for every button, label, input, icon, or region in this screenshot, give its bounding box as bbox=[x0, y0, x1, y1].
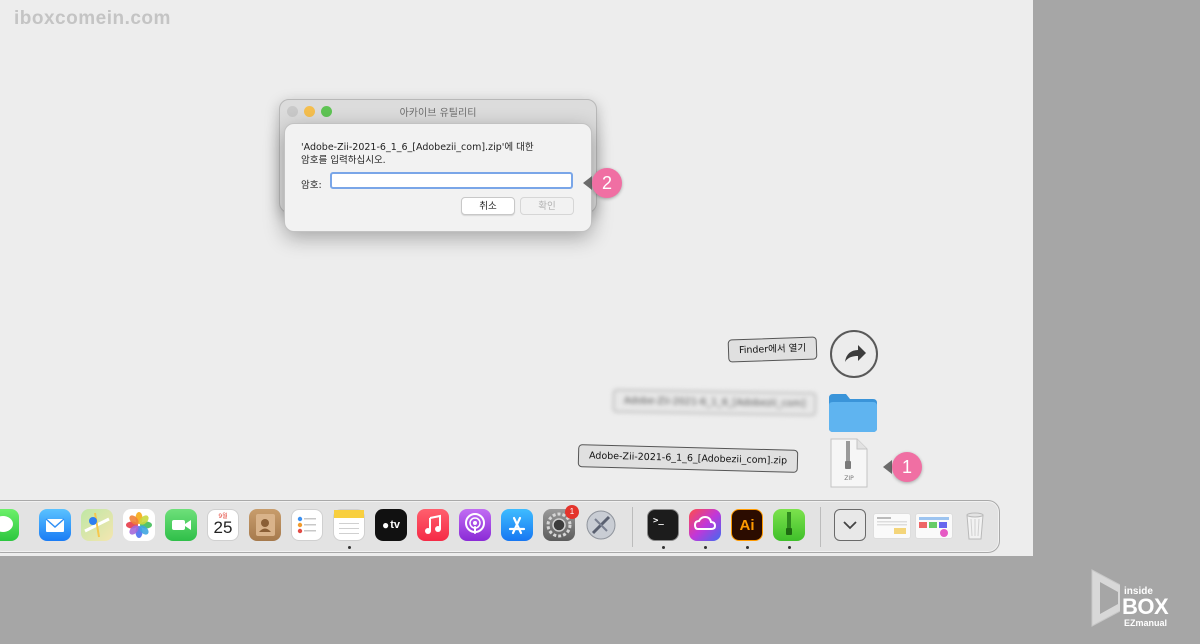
running-indicator bbox=[746, 546, 749, 549]
zip-utility-app-icon[interactable] bbox=[773, 509, 805, 541]
desktop-screen: iboxcomein.com 아카이브 유틸리티 'Adobe-Zii-2021… bbox=[0, 0, 1033, 556]
zip-icon-text: ZIP bbox=[844, 475, 854, 482]
calendar-app-icon[interactable]: 9월 25 bbox=[207, 509, 239, 541]
open-in-finder-label[interactable]: Finder에서 열기 bbox=[727, 336, 818, 363]
zip-file-icon[interactable]: ZIP bbox=[829, 437, 869, 489]
marker-pointer-icon bbox=[883, 460, 892, 474]
dock-separator bbox=[632, 507, 633, 547]
running-indicator bbox=[704, 546, 707, 549]
calendar-day: 25 bbox=[213, 518, 233, 537]
podcasts-app-icon[interactable] bbox=[459, 509, 491, 541]
watermark: iboxcomein.com bbox=[14, 8, 171, 29]
creative-cloud-app-icon[interactable] bbox=[689, 509, 721, 541]
password-input[interactable] bbox=[330, 172, 573, 189]
dialog-message-line-2: 암호를 입력하십시오. bbox=[301, 155, 386, 166]
window-title: 아카이브 유틸리티 bbox=[399, 108, 477, 119]
folder-label[interactable]: Adobe-Zii-2021-6_1_6_[Adobezii_com] bbox=[612, 389, 817, 416]
folder-icon[interactable] bbox=[827, 390, 879, 434]
apple-tv-app-icon[interactable]: ● tv bbox=[375, 509, 407, 541]
notification-badge: 1 bbox=[565, 505, 579, 519]
share-arrow-icon bbox=[845, 345, 866, 362]
dock: 9월 25 ● tv 1 >_ Ai bbox=[0, 500, 1000, 553]
facetime-app-icon[interactable] bbox=[165, 509, 197, 541]
system-settings-icon[interactable]: 1 bbox=[543, 505, 579, 541]
archive-utility-app-icon[interactable] bbox=[585, 509, 617, 541]
maps-app-icon[interactable] bbox=[81, 509, 113, 541]
zip-file-label[interactable]: Adobe-Zii-2021-6_1_6_[Adobezii_com].zip bbox=[577, 444, 799, 473]
chevron-down-icon bbox=[843, 521, 857, 530]
step-marker-2: 2 bbox=[592, 168, 622, 198]
mail-app-icon[interactable] bbox=[39, 509, 71, 541]
notes-app-icon[interactable] bbox=[333, 509, 365, 541]
password-dialog: 'Adobe-Zii-2021-6_1_6_[Adobezii_com].zip… bbox=[284, 123, 592, 232]
app-store-icon[interactable] bbox=[501, 509, 533, 541]
illustrator-app-icon[interactable]: Ai bbox=[731, 509, 763, 541]
terminal-app-icon[interactable]: >_ bbox=[647, 509, 679, 541]
window-titlebar: 아카이브 유틸리티 bbox=[280, 100, 596, 122]
ok-button[interactable]: 확인 bbox=[520, 197, 574, 215]
minimized-window-thumbnail[interactable] bbox=[915, 513, 953, 539]
apple-tv-label: tv bbox=[390, 519, 401, 531]
running-indicator bbox=[348, 546, 351, 549]
music-app-icon[interactable] bbox=[417, 509, 449, 541]
marker-pointer-icon bbox=[583, 176, 592, 190]
running-indicator bbox=[788, 546, 791, 549]
insidebox-logo: inside BOX EZmanual bbox=[1090, 568, 1186, 634]
dialog-message-line-1: 'Adobe-Zii-2021-6_1_6_[Adobezii_com].zip… bbox=[301, 142, 534, 153]
running-indicator bbox=[662, 546, 665, 549]
logo-ezmanual-text: EZmanual bbox=[1124, 618, 1168, 628]
apple-logo-icon: ● bbox=[381, 518, 390, 532]
cancel-button[interactable]: 취소 bbox=[461, 197, 515, 215]
open-in-finder-button[interactable] bbox=[830, 330, 878, 378]
dialog-message: 'Adobe-Zii-2021-6_1_6_[Adobezii_com].zip… bbox=[301, 141, 586, 167]
downloads-stack-button[interactable] bbox=[834, 509, 866, 541]
logo-box-text: BOX bbox=[1122, 594, 1169, 619]
illustrator-label: Ai bbox=[739, 516, 755, 534]
photos-app-icon[interactable] bbox=[123, 509, 155, 541]
password-label: 암호: bbox=[301, 180, 322, 191]
minimized-window-thumbnail[interactable] bbox=[873, 513, 911, 539]
reminders-app-icon[interactable] bbox=[291, 509, 323, 541]
step-marker-1: 1 bbox=[892, 452, 922, 482]
dock-separator bbox=[820, 507, 821, 547]
trash-icon[interactable] bbox=[959, 509, 991, 541]
messages-app-icon[interactable] bbox=[0, 509, 19, 541]
contacts-app-icon[interactable] bbox=[249, 509, 281, 541]
